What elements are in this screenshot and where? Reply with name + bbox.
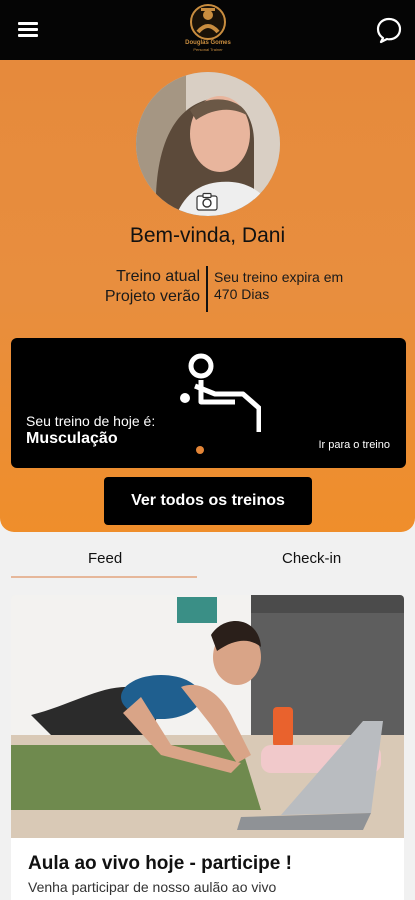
post-title: Aula ao vivo hoje - participe ! <box>28 853 292 874</box>
today-workout-card[interactable]: Seu treino de hoje é: Musculação Ir para… <box>11 338 406 468</box>
today-workout-name: Musculação <box>26 430 118 447</box>
feed-post[interactable]: Aula ao vivo hoje - participe ! Venha pa… <box>11 595 404 900</box>
today-label: Seu treino de hoje é: <box>26 413 156 429</box>
plan-divider <box>206 266 208 312</box>
carousel-dot[interactable] <box>196 446 204 454</box>
logo-subtext: Personal Trainer <box>193 47 223 52</box>
greeting-text: Bem-vinda, Dani <box>129 224 286 247</box>
top-app-bar: Douglas Gomes Personal Trainer <box>0 0 415 60</box>
current-plan: Treino atual Projeto verão <box>105 267 200 307</box>
post-description: Venha participar de nosso aulão ao vivo <box>28 879 277 895</box>
chat-bubble-icon[interactable] <box>375 16 403 44</box>
expires-value: 470 Dias <box>214 286 270 302</box>
view-all-workouts-button[interactable]: Ver todos os treinos <box>104 477 312 525</box>
plan-expiration: Seu treino expira em 470 Dias <box>214 269 343 303</box>
hamburger-icon[interactable] <box>16 18 44 42</box>
camera-icon[interactable] <box>196 192 218 212</box>
post-image <box>11 595 404 838</box>
feed-tabs: Feed Check-in <box>0 532 415 582</box>
logo-emblem-icon <box>190 4 226 40</box>
go-to-workout-link[interactable]: Ir para o treino <box>318 439 390 451</box>
weight-bench-icon <box>171 350 262 432</box>
tab-checkin[interactable]: Check-in <box>282 550 341 567</box>
plan-label: Treino atual <box>116 268 200 285</box>
logo-text: Douglas Gomes <box>185 40 231 46</box>
profile-hero: Bem-vinda, Dani Treino atual Projeto ver… <box>0 60 415 532</box>
brand-logo: Douglas Gomes Personal Trainer <box>172 2 244 58</box>
expires-label: Seu treino expira em <box>214 269 344 285</box>
plan-name: Projeto verão <box>104 288 200 305</box>
active-tab-indicator <box>11 576 197 578</box>
tab-feed[interactable]: Feed <box>88 550 122 567</box>
